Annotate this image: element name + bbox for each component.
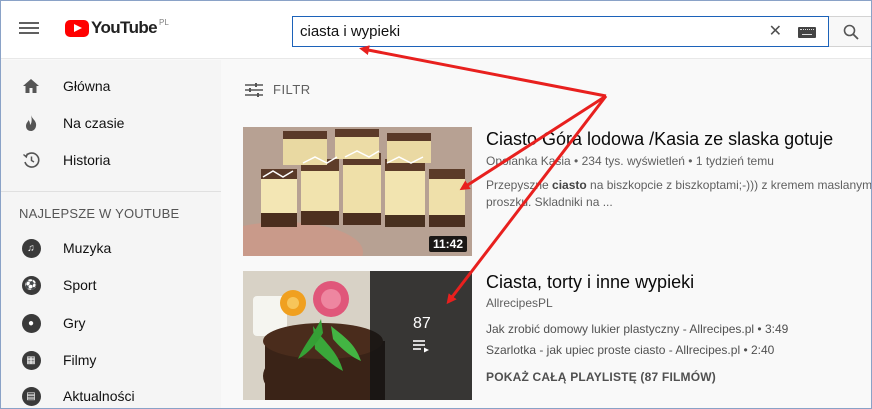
top-bar: YouTube PL ✕	[1, 1, 871, 59]
logo-region: PL	[159, 18, 169, 27]
search-results: FILTR 11:42 Ciasto Góra lodowa /Kasia ze…	[221, 60, 872, 408]
sidebar-item-label: Główna	[63, 78, 111, 94]
filter-icon	[245, 82, 263, 97]
playlist-channel[interactable]: AllrecipesPL	[486, 296, 553, 310]
sidebar-item-trending[interactable]: Na czasie	[1, 105, 221, 141]
playlist-count: 87	[413, 315, 431, 332]
sidebar-item-music[interactable]: ♫ Muzyka	[1, 230, 221, 266]
search-icon	[843, 24, 859, 40]
playlist-title[interactable]: Ciasta, torty i inne wypieki	[486, 272, 694, 293]
sidebar-item-news[interactable]: ▤ Aktualności	[1, 378, 221, 408]
youtube-logo[interactable]: YouTube PL	[65, 17, 169, 41]
logo-text: YouTube	[91, 18, 158, 37]
news-icon: ▤	[21, 386, 41, 406]
sidebar-item-label: Gry	[63, 315, 86, 331]
filter-button[interactable]: FILTR	[245, 82, 311, 97]
home-icon	[21, 76, 41, 96]
clear-search-icon[interactable]: ✕	[769, 23, 782, 41]
playlist-icon	[413, 340, 429, 353]
playlist-thumbnail[interactable]: 87	[243, 271, 472, 400]
sidebar-section-title: NAJLEPSZE W YOUTUBE	[19, 206, 180, 221]
sport-icon: ⚽	[21, 275, 41, 295]
sidebar-item-label: Historia	[63, 152, 111, 168]
playlist-overlay: 87	[370, 271, 472, 400]
sidebar-item-home[interactable]: Główna	[1, 68, 221, 104]
playlist-entry[interactable]: Jak zrobić domowy lukier plastyczny - Al…	[486, 322, 788, 336]
sidebar-item-history[interactable]: Historia	[1, 142, 221, 178]
sidebar-item-label: Sport	[63, 277, 97, 293]
description-text: proszku. Skladniki na ...	[486, 195, 613, 209]
hamburger-menu-icon[interactable]	[17, 19, 41, 39]
sidebar-item-label: Muzyka	[63, 240, 112, 256]
description-highlight: ciasto	[552, 178, 587, 192]
description-text: na biszkopcie z biszkoptami;-))) z kreme…	[586, 178, 872, 192]
video-meta: Opolanka Kasia • 234 tys. wyświetleń • 1…	[486, 154, 774, 168]
youtube-window: YouTube PL ✕ Główna Na czasie Historia N…	[0, 0, 872, 409]
description-text: Przepyszne	[486, 178, 553, 192]
play-logo-icon	[65, 20, 89, 37]
video-description: Przepyszne ciasto na biszkopcie z biszko…	[486, 177, 872, 211]
search-button[interactable]	[829, 16, 871, 47]
sidebar-item-label: Filmy	[63, 352, 97, 368]
sidebar-item-games[interactable]: ● Gry	[1, 305, 221, 341]
flame-icon	[21, 113, 41, 133]
games-icon: ●	[21, 313, 41, 333]
search-input[interactable]	[293, 17, 743, 46]
music-icon: ♫	[21, 238, 41, 258]
sidebar: Główna Na czasie Historia NAJLEPSZE W YO…	[1, 60, 221, 408]
video-thumbnail[interactable]: 11:42	[243, 127, 472, 256]
keyboard-icon[interactable]	[798, 27, 816, 38]
search-box: ✕	[292, 16, 829, 47]
view-full-playlist-link[interactable]: POKAŻ CAŁĄ PLAYLISTĘ (87 FILMÓW)	[486, 370, 716, 384]
film-icon: ▦	[21, 350, 41, 370]
sidebar-item-sport[interactable]: ⚽ Sport	[1, 267, 221, 303]
video-duration: 11:42	[428, 236, 467, 252]
history-icon	[21, 150, 41, 170]
sidebar-item-movies[interactable]: ▦ Filmy	[1, 342, 221, 378]
sidebar-divider	[1, 191, 221, 192]
sidebar-item-label: Na czasie	[63, 115, 125, 131]
sidebar-item-label: Aktualności	[63, 388, 135, 404]
playlist-entry[interactable]: Szarlotka - jak upiec proste ciasto - Al…	[486, 343, 774, 357]
video-title[interactable]: Ciasto Góra lodowa /Kasia ze slaska gotu…	[486, 129, 833, 150]
filter-label: FILTR	[273, 82, 311, 97]
